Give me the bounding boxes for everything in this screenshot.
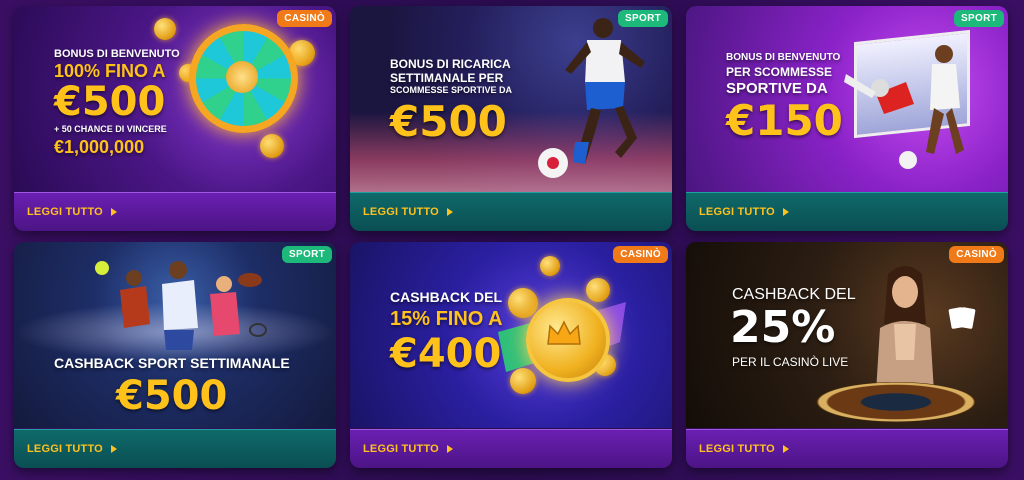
category-badge: CASINÒ — [277, 10, 332, 27]
coin-icon — [586, 278, 610, 302]
promo-line: PER SCOMMESSE — [726, 65, 833, 79]
play-triangle-icon — [446, 208, 453, 217]
dealer-icon — [876, 266, 934, 392]
promo-line: CASHBACK SPORT SETTIMANALE — [54, 355, 290, 371]
promo-line: BONUS DI BENVENUTO — [726, 52, 841, 63]
play-triangle-icon — [446, 445, 453, 454]
promo-banner: BONUS DI BENVENUTO 100% FINO A €500 + 50… — [14, 6, 336, 192]
promo-line: CASHBACK DEL — [732, 286, 856, 303]
read-more-link[interactable]: LEGGI TUTTO — [363, 206, 453, 218]
promo-card-sport-cashback[interactable]: CASHBACK SPORT SETTIMANALE €500 SPORT LE… — [14, 242, 336, 468]
promo-amount: €150 — [726, 96, 843, 145]
playing-cards-icon — [948, 307, 976, 329]
promo-banner: BONUS DI BENVENUTO PER SCOMMESSE SPORTIV… — [686, 6, 1008, 192]
promotions-grid: BONUS DI BENVENUTO 100% FINO A €500 + 50… — [0, 0, 1024, 480]
promo-card-casino-welcome[interactable]: BONUS DI BENVENUTO 100% FINO A €500 + 50… — [14, 6, 336, 231]
category-badge: SPORT — [282, 246, 332, 263]
category-badge: SPORT — [618, 10, 668, 27]
play-triangle-icon — [110, 208, 117, 217]
promo-banner: CASHBACK DEL 25% PER IL CASINÒ LIVE — [686, 242, 1008, 428]
soccer-ball-icon — [538, 148, 568, 178]
play-triangle-icon — [782, 445, 789, 454]
promo-line: + 50 CHANCE DI VINCERE — [54, 124, 167, 134]
sport-players-icon — [844, 45, 964, 169]
athletes-group-icon — [95, 261, 267, 350]
promo-line: €1,000,000 — [54, 137, 145, 157]
promo-amount: €500 — [54, 79, 166, 125]
play-triangle-icon — [110, 445, 117, 454]
crown-icon — [547, 320, 581, 345]
promo-line: PER IL CASINÒ LIVE — [732, 355, 849, 369]
promo-banner: CASHBACK SPORT SETTIMANALE €500 — [14, 242, 336, 428]
play-triangle-icon — [782, 208, 789, 217]
card-footer: LEGGI TUTTO — [14, 429, 336, 468]
read-more-link[interactable]: LEGGI TUTTO — [699, 206, 789, 218]
category-badge: SPORT — [954, 10, 1004, 27]
promo-card-live-casino-cashback[interactable]: CASHBACK DEL 25% PER IL CASINÒ LIVE CASI… — [686, 242, 1008, 468]
promo-amount: €500 — [390, 97, 507, 146]
promo-line: BONUS DI BENVENUTO — [54, 48, 180, 60]
read-more-link[interactable]: LEGGI TUTTO — [699, 443, 789, 455]
promo-amount: €500 — [116, 373, 228, 419]
read-more-link[interactable]: LEGGI TUTTO — [363, 443, 453, 455]
wheel-center-icon — [226, 61, 258, 93]
coin-icon — [540, 256, 560, 276]
promo-line: CASHBACK DEL — [390, 289, 502, 305]
promo-card-sport-welcome[interactable]: BONUS DI BENVENUTO PER SCOMMESSE SPORTIV… — [686, 6, 1008, 231]
read-more-link[interactable]: LEGGI TUTTO — [27, 443, 117, 455]
category-badge: CASINÒ — [613, 246, 668, 263]
card-footer: LEGGI TUTTO — [686, 192, 1008, 231]
promo-card-sport-reload[interactable]: BONUS DI RICARICA SETTIMANALE PER SCOMME… — [350, 6, 672, 231]
card-footer: LEGGI TUTTO — [686, 429, 1008, 468]
promo-amount: €400 — [390, 331, 502, 377]
promo-line: SETTIMANALE PER — [390, 71, 504, 85]
read-more-link[interactable]: LEGGI TUTTO — [27, 206, 117, 218]
promo-banner: CASHBACK DEL 15% FINO A €400 — [350, 242, 672, 428]
promo-line: 15% FINO A — [390, 308, 503, 330]
card-footer: LEGGI TUTTO — [14, 192, 336, 231]
promo-line: SCOMMESSE SPORTIVE DA — [390, 85, 513, 95]
roulette-wheel-icon — [816, 382, 976, 422]
coin-icon — [154, 18, 176, 40]
promo-banner: BONUS DI RICARICA SETTIMANALE PER SCOMME… — [350, 6, 672, 192]
promo-card-casino-cashback[interactable]: CASHBACK DEL 15% FINO A €400 CASINÒ LEGG… — [350, 242, 672, 468]
promo-line: BONUS DI RICARICA — [390, 57, 511, 71]
category-badge: CASINÒ — [949, 246, 1004, 263]
coin-icon — [260, 134, 284, 158]
card-footer: LEGGI TUTTO — [350, 192, 672, 231]
card-footer: LEGGI TUTTO — [350, 429, 672, 468]
promo-amount: 25% — [730, 302, 836, 353]
